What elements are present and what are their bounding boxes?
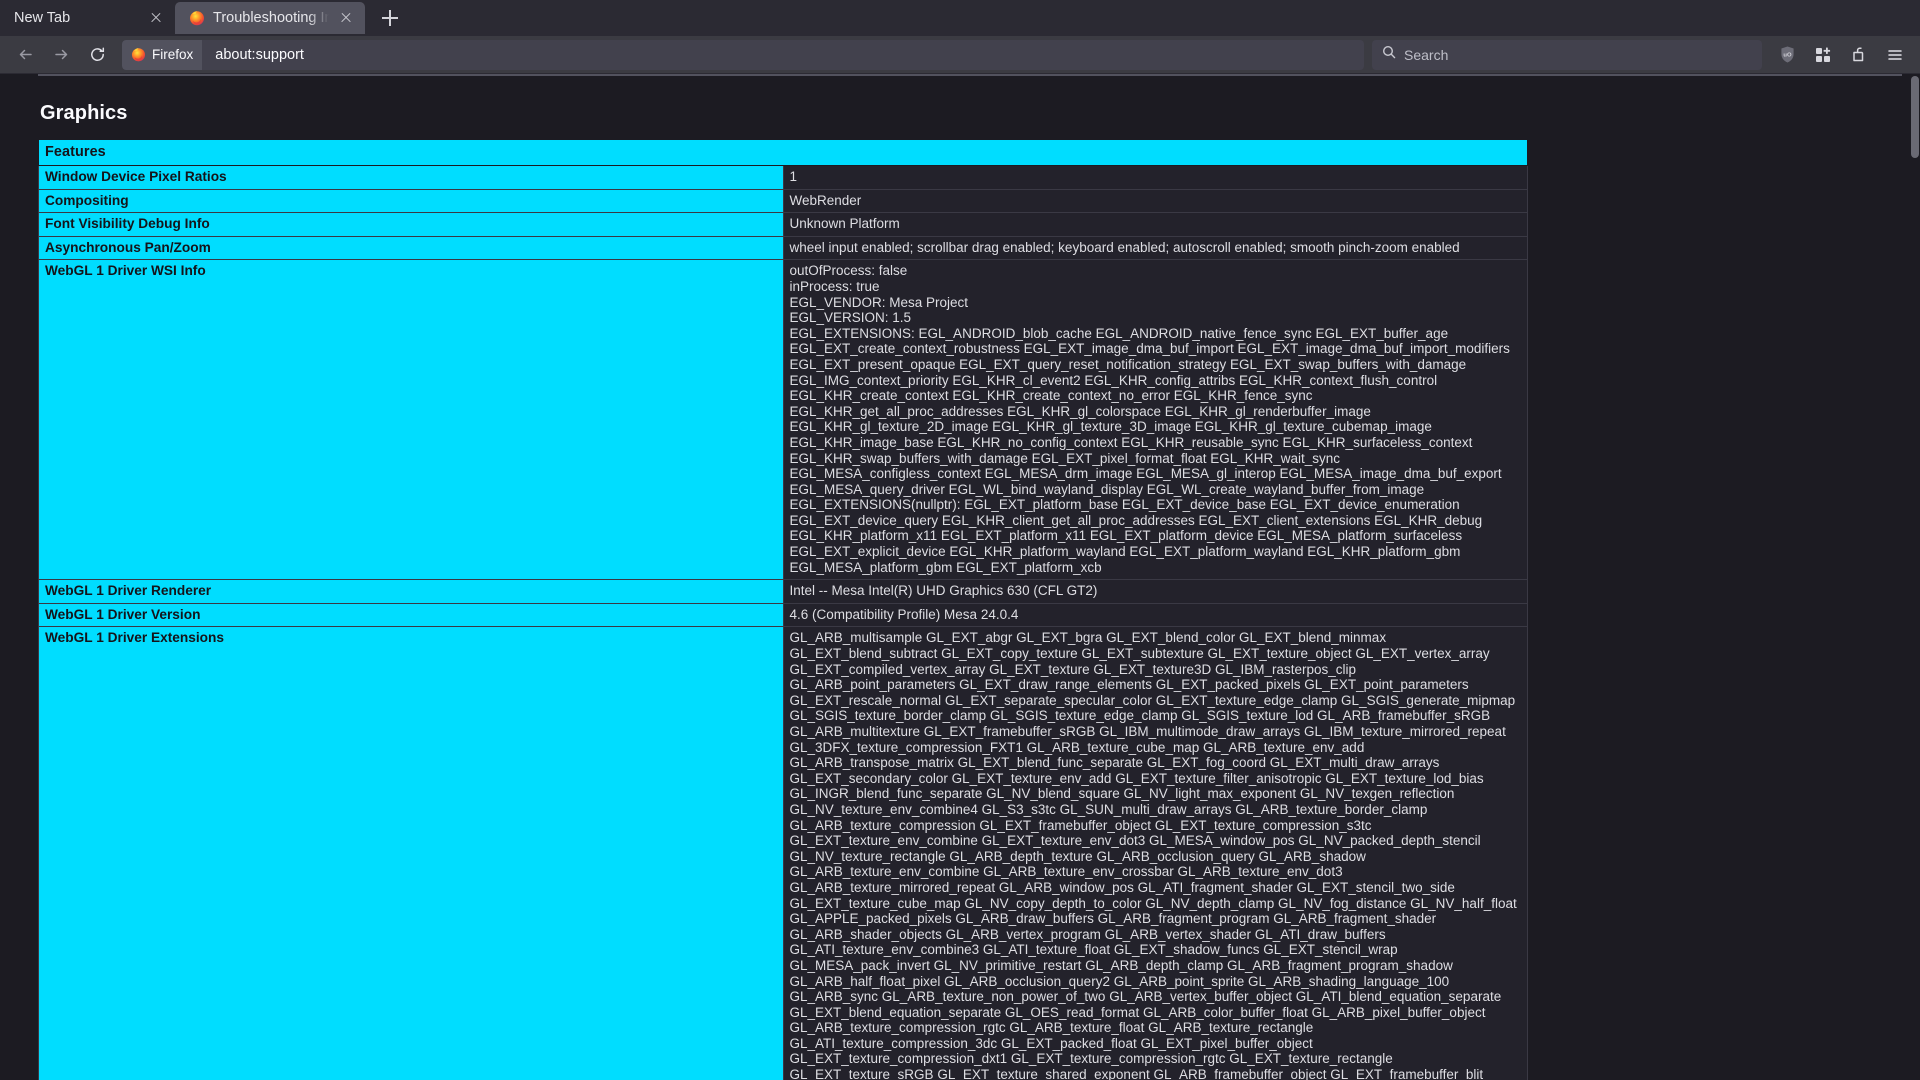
tab-strip: New Tab Troubleshooting Information (0, 0, 1920, 36)
row-value: Unknown Platform (782, 212, 1528, 237)
scrollbar-thumb[interactable] (1911, 76, 1919, 158)
navigation-toolbar: Firefox about:support Search uO (0, 36, 1920, 74)
graphics-table: Features Window Device Pixel Ratios 1 Comp… (38, 139, 1528, 1080)
table-row: Font Visibility Debug Info Unknown Platfo… (38, 212, 1528, 237)
tab-troubleshooting-information[interactable]: Troubleshooting Information (175, 2, 365, 34)
row-label: WebGL 1 Driver Renderer (38, 579, 784, 604)
new-tab-button[interactable] (373, 2, 407, 34)
extensions-grid-icon (1814, 46, 1832, 64)
graphics-table-body: Window Device Pixel Ratios 1 Compositing We… (38, 165, 1528, 1080)
table-row: Asynchronous Pan/Zoom wheel input enabled… (38, 235, 1528, 261)
tab-new-tab-label: New Tab (14, 10, 71, 26)
vertical-scrollbar[interactable] (1910, 74, 1920, 1080)
identity-chip[interactable]: Firefox (122, 39, 203, 70)
forward-arrow-icon (53, 46, 70, 63)
firefox-icon (131, 47, 146, 62)
toolbar-right-actions: uO (1770, 40, 1912, 70)
tab-troubleshooting-label: Troubleshooting Information (213, 10, 329, 26)
identity-chip-label: Firefox (152, 47, 194, 62)
row-value: GL_ARB_multisample GL_EXT_abgr GL_EXT_bg… (782, 626, 1528, 1080)
close-icon[interactable] (147, 9, 165, 27)
search-input[interactable]: Search (1404, 47, 1448, 63)
row-label: Font Visibility Debug Info (38, 212, 784, 237)
tab-new-tab[interactable]: New Tab (0, 2, 175, 34)
table-row: WebGL 1 Driver Extensions GL_ARB_multisam… (38, 626, 1528, 1080)
url-bar[interactable]: Firefox about:support (122, 39, 1364, 70)
close-icon[interactable] (337, 9, 355, 27)
table-row: Compositing WebRender (38, 188, 1528, 214)
search-bar[interactable]: Search (1372, 39, 1762, 70)
url-text[interactable]: about:support (202, 47, 304, 63)
account-icon (1850, 46, 1868, 64)
extensions-button[interactable] (1806, 40, 1840, 70)
forward-button[interactable] (44, 40, 78, 70)
row-value: Intel -- Mesa Intel(R) UHD Graphics 630 … (782, 579, 1528, 604)
back-button[interactable] (8, 40, 42, 70)
page-title: Graphics (40, 102, 128, 124)
back-arrow-icon (17, 46, 34, 63)
row-label: WebGL 1 Driver Version (38, 602, 784, 628)
row-value: wheel input enabled; scrollbar drag enab… (782, 235, 1528, 261)
search-icon (1382, 45, 1396, 64)
content-top-divider (38, 74, 1902, 76)
hamburger-menu-icon (1886, 46, 1904, 64)
row-value: 4.6 (Compatibility Profile) Mesa 24.0.4 (782, 602, 1528, 628)
row-value: WebRender (782, 188, 1528, 214)
table-row: Window Device Pixel Ratios 1 (38, 165, 1528, 190)
features-header: Features (38, 139, 1528, 166)
page-content: Graphics Features Window Device Pixel Ra… (0, 74, 1920, 1080)
ublock-button[interactable]: uO (1770, 40, 1804, 70)
row-label: Asynchronous Pan/Zoom (38, 235, 784, 261)
row-value: outOfProcess: false inProcess: true EGL_… (782, 259, 1528, 581)
table-row: WebGL 1 Driver Version 4.6 (Compatibility… (38, 602, 1528, 628)
reload-icon (89, 46, 106, 63)
app-menu-button[interactable] (1878, 40, 1912, 70)
account-button[interactable] (1842, 40, 1876, 70)
firefox-icon (189, 10, 205, 26)
table-row: WebGL 1 Driver WSI Info outOfProcess: fal… (38, 259, 1528, 581)
table-header-row: Features (38, 139, 1528, 166)
ublock-shield-icon: uO (1778, 45, 1797, 64)
table-row: WebGL 1 Driver Renderer Intel -- Mesa Int… (38, 579, 1528, 604)
reload-button[interactable] (80, 40, 114, 70)
svg-text:uO: uO (1783, 53, 1792, 59)
row-label: Compositing (38, 188, 784, 214)
row-label: Window Device Pixel Ratios (38, 165, 784, 190)
row-label: WebGL 1 Driver WSI Info (38, 259, 784, 581)
row-label: WebGL 1 Driver Extensions (38, 626, 784, 1080)
row-value: 1 (782, 165, 1528, 190)
